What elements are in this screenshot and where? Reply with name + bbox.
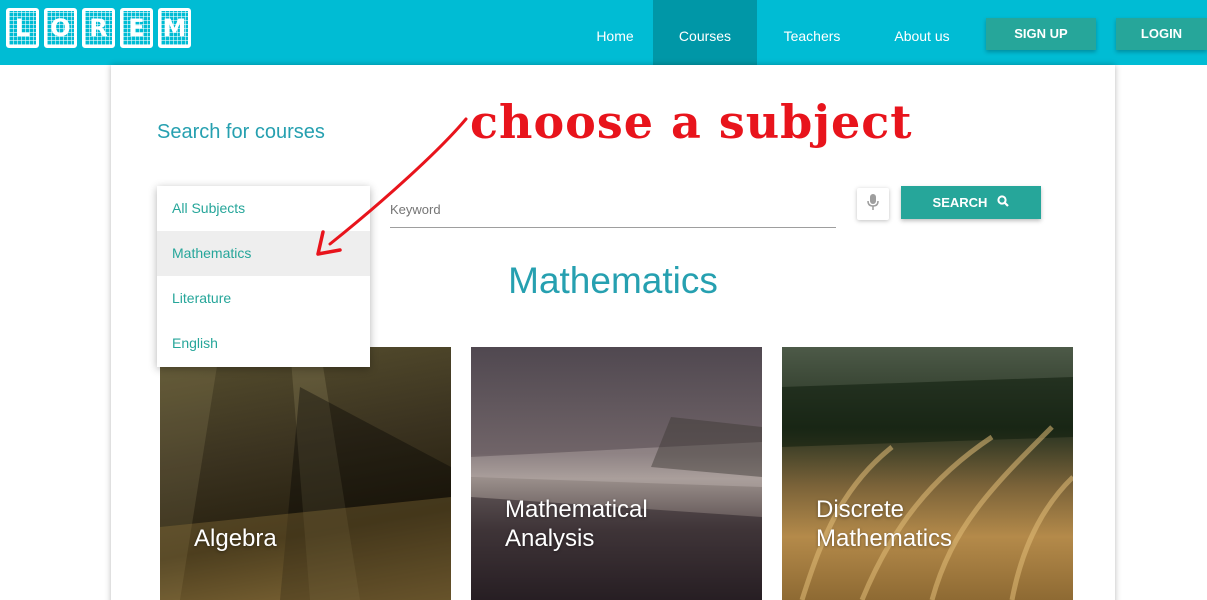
mic-button[interactable] [857,188,889,220]
keyword-input[interactable] [390,192,836,228]
login-button[interactable]: LOGIN [1116,18,1207,50]
subject-dropdown[interactable]: All Subjects Mathematics Literature Engl… [157,186,370,367]
nav-teachers[interactable]: Teachers [766,0,858,65]
nav-about-us[interactable]: About us [880,0,964,65]
course-title: Discrete Mathematics [816,496,953,552]
section-title: Mathematics [508,260,718,301]
logo-letter: L [6,8,39,48]
subject-option-all[interactable]: All Subjects [157,186,370,231]
card-background-image [471,417,762,600]
nav-home[interactable]: Home [577,0,653,65]
sign-up-button[interactable]: SIGN UP [986,18,1096,50]
nav-courses[interactable]: Courses [653,0,757,65]
top-navbar: L O R E M Home Courses Teachers About us… [0,0,1207,65]
logo-letter: E [120,8,153,48]
card-background-image [160,347,451,600]
subject-option-mathematics[interactable]: Mathematics [157,231,370,276]
subject-option-literature[interactable]: Literature [157,276,370,321]
logo-letter: O [44,8,77,48]
subject-option-english[interactable]: English [157,321,370,366]
course-title: Mathematical Analysis [505,496,648,552]
search-icon [997,195,1010,210]
logo[interactable]: L O R E M [6,8,191,52]
search-button-label: SEARCH [932,195,988,210]
card-background-image [782,377,1073,600]
search-title: Search for courses [157,121,325,143]
annotation-text: choose a subject [470,95,913,149]
search-button[interactable]: SEARCH [901,186,1041,219]
course-card-discrete-mathematics[interactable]: Discrete Mathematics [782,347,1073,600]
course-card-mathematical-analysis[interactable]: Mathematical Analysis [471,347,762,600]
course-card-algebra[interactable]: Algebra [160,347,451,600]
logo-letter: M [158,8,191,48]
logo-letter: R [82,8,115,48]
microphone-icon [866,193,880,216]
course-title: Algebra [194,525,277,552]
